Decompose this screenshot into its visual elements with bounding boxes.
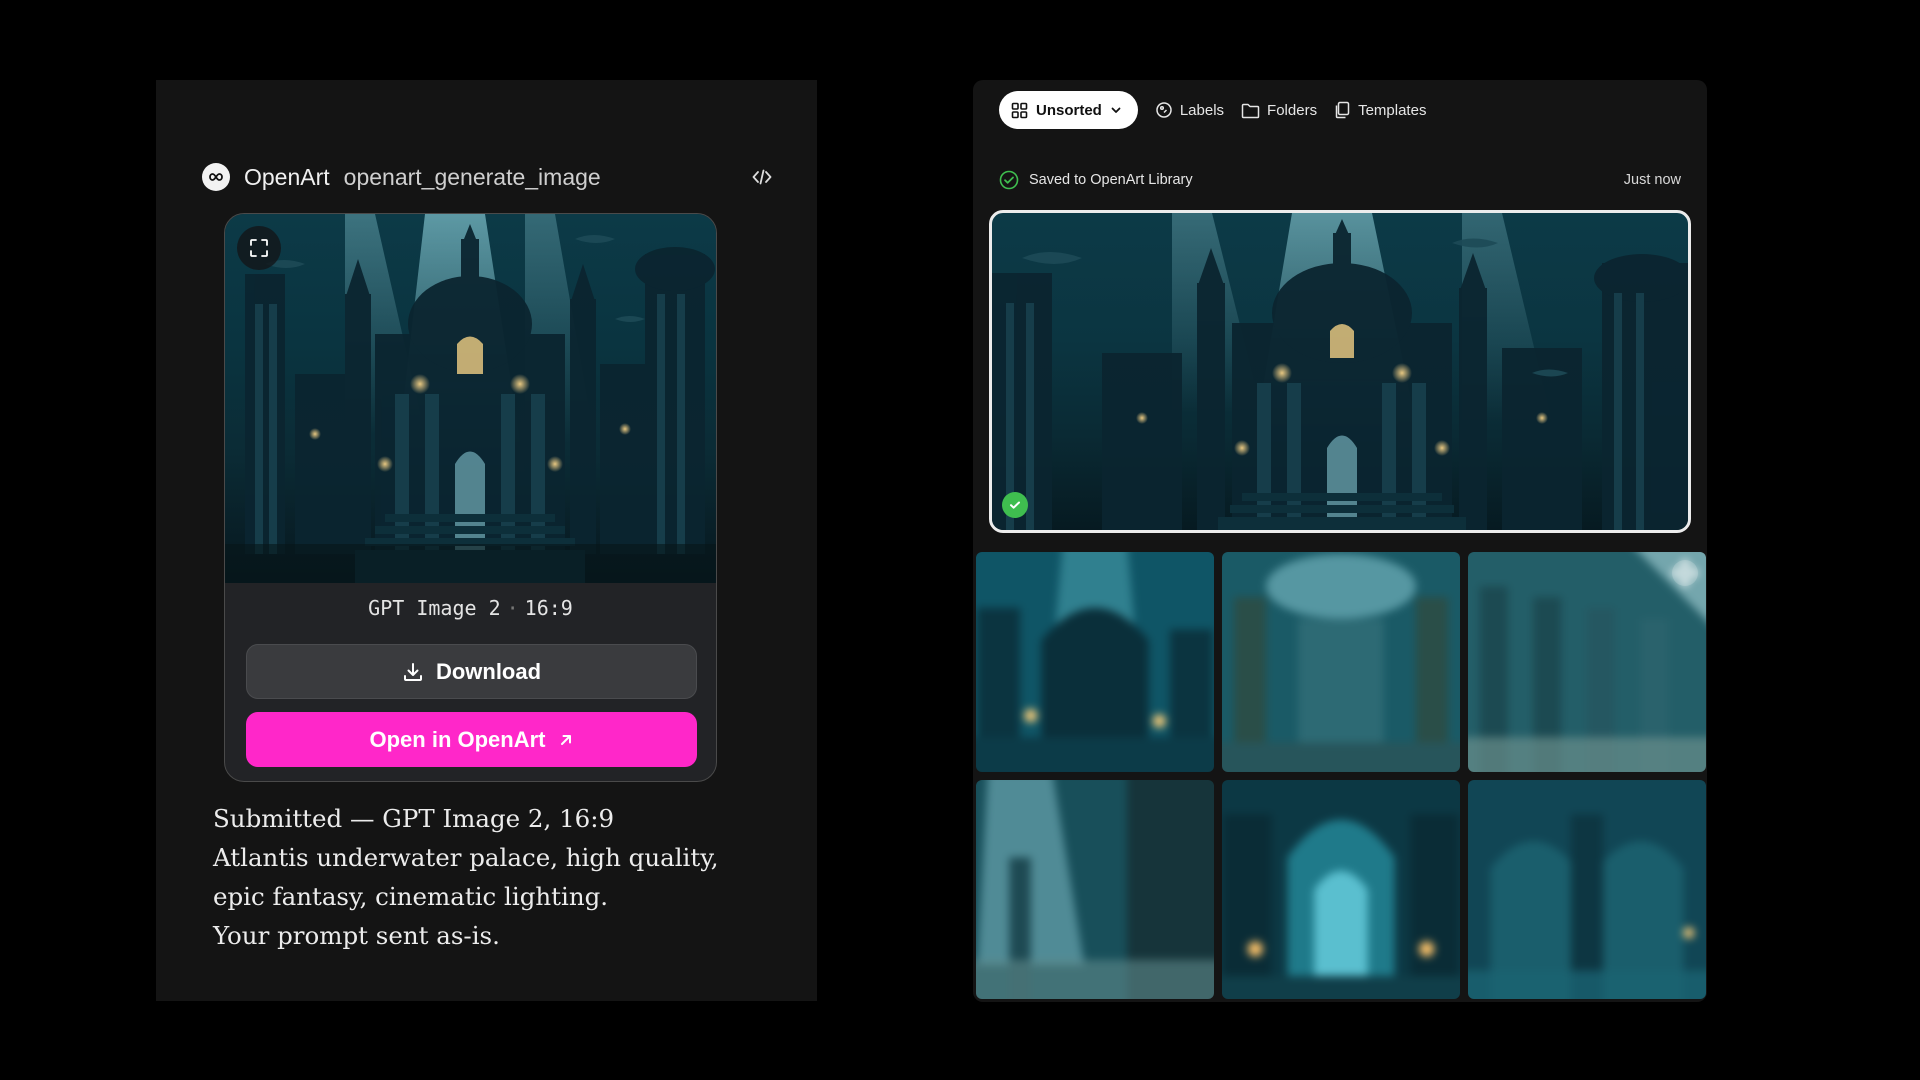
meta-separator: ·	[506, 596, 519, 620]
image-result-card: GPT Image 2 · 16:9 Download Open in OpenAr…	[224, 213, 717, 782]
labels-button[interactable]: Labels	[1155, 101, 1224, 119]
library-thumbnail-grid	[976, 552, 1706, 999]
library-thumbnail[interactable]	[976, 552, 1214, 772]
labels-label: Labels	[1179, 101, 1225, 119]
code-icon[interactable]	[745, 160, 779, 194]
templates-icon	[1335, 101, 1350, 119]
summary-line: Atlantis underwater palace, high quality…	[213, 843, 719, 872]
external-link-icon	[560, 734, 571, 745]
tool-header: OpenArt openart_generate_image	[202, 157, 779, 197]
folders-label: Folders	[1267, 101, 1318, 119]
aspect-ratio: 16:9	[524, 596, 573, 620]
summary-line: Submitted — GPT Image 2, 16:9	[213, 804, 615, 833]
chat-panel: OpenArt openart_generate_image GPT Image…	[156, 80, 817, 1001]
templates-button[interactable]: Templates	[1334, 101, 1426, 119]
templates-label: Templates	[1358, 101, 1427, 119]
summary-line: Your prompt sent as-is.	[213, 921, 500, 950]
library-thumbnail[interactable]	[976, 779, 1214, 999]
expand-icon[interactable]	[237, 226, 281, 270]
library-thumbnail[interactable]	[1468, 779, 1706, 999]
app-name: OpenArt	[244, 163, 330, 190]
library-panel: Unsorted Labels Folders Templates Saved …	[973, 80, 1707, 1002]
chevron-down-icon	[1111, 107, 1121, 113]
sort-dropdown[interactable]: Unsorted	[999, 91, 1138, 129]
open-in-openart-button[interactable]: Open in OpenArt	[246, 712, 697, 767]
folder-icon	[1241, 103, 1260, 118]
model-name: GPT Image 2	[368, 596, 501, 620]
library-thumbnail[interactable]	[1222, 552, 1460, 772]
library-thumbnail[interactable]	[1468, 552, 1706, 772]
generated-image[interactable]	[225, 214, 716, 583]
download-icon	[403, 662, 422, 681]
image-meta: GPT Image 2 · 16:9	[225, 596, 716, 620]
check-circle-icon	[999, 170, 1019, 190]
openart-logo-icon	[202, 163, 230, 191]
tag-icon	[1156, 102, 1172, 118]
grid-icon	[1011, 102, 1028, 118]
folders-button[interactable]: Folders	[1241, 102, 1317, 119]
response-summary: Submitted — GPT Image 2, 16:9 Atlantis u…	[213, 799, 733, 955]
selected-check-icon	[1002, 492, 1028, 518]
library-toolbar: Unsorted Labels Folders Templates	[999, 91, 1426, 129]
summary-line: epic fantasy, cinematic lighting.	[213, 882, 609, 911]
download-button[interactable]: Download	[246, 644, 697, 699]
status-text: Saved to OpenArt Library	[1029, 172, 1193, 188]
download-label: Download	[435, 658, 542, 684]
status-time: Just now	[1623, 172, 1681, 188]
open-label: Open in OpenArt	[369, 726, 546, 752]
sort-label: Unsorted	[1036, 101, 1102, 119]
tool-name: openart_generate_image	[343, 163, 601, 190]
featured-image[interactable]	[989, 210, 1691, 533]
library-thumbnail[interactable]	[1222, 779, 1460, 999]
move-icon[interactable]	[1671, 559, 1699, 587]
save-status: Saved to OpenArt Library Just now	[999, 169, 1681, 191]
